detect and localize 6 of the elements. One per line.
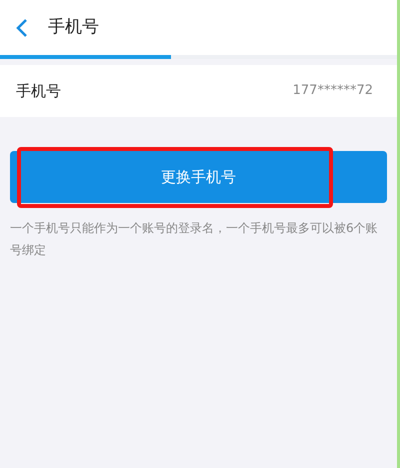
back-icon[interactable] bbox=[16, 18, 28, 38]
phone-number: 177******72 bbox=[292, 82, 374, 100]
note-text: 一个手机号只能作为一个账号的登录名，一个手机号最多可以被6个账号绑定 bbox=[10, 220, 379, 259]
change-phone-button[interactable]: 更换手机号 bbox=[10, 151, 387, 203]
page-title: 手机号 bbox=[48, 16, 99, 39]
phone-label: 手机号 bbox=[16, 80, 61, 102]
